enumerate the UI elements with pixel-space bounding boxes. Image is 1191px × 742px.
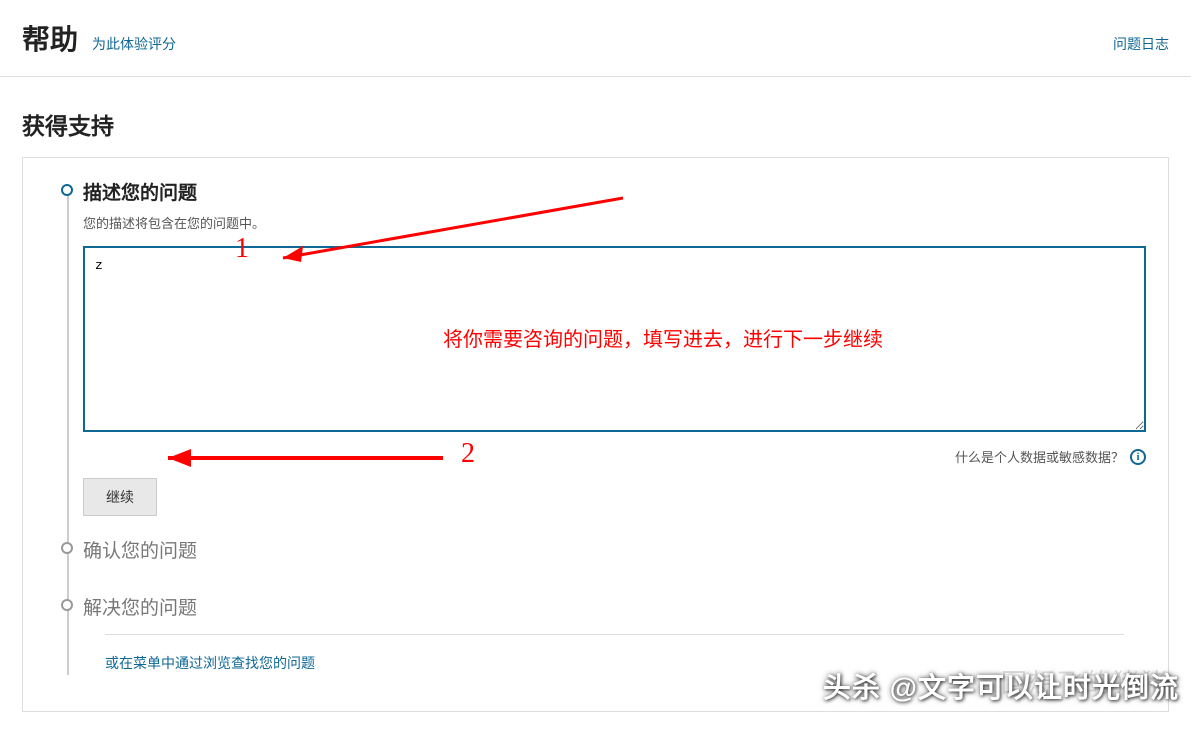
sensitive-data-label: 什么是个人数据或敏感数据？ bbox=[955, 447, 1124, 466]
step-describe-title: 描述您的问题 bbox=[83, 178, 1146, 205]
step-describe: 描述您的问题 您的描述将包含在您的问题中。 什么是个人数据或敏感数据？ i 继续 bbox=[83, 178, 1146, 516]
browse-menu-link[interactable]: 或在菜单中通过浏览查找您的问题 bbox=[105, 655, 315, 671]
sensitive-data-row: 什么是个人数据或敏感数据？ i bbox=[83, 447, 1146, 466]
issue-textarea[interactable] bbox=[83, 246, 1146, 432]
step-dot-active bbox=[61, 184, 73, 196]
continue-button[interactable]: 继续 bbox=[83, 478, 157, 516]
step-dot-inactive bbox=[61, 599, 73, 611]
page-title: 帮助 bbox=[22, 18, 78, 58]
steps-timeline: 描述您的问题 您的描述将包含在您的问题中。 什么是个人数据或敏感数据？ i 继续… bbox=[23, 158, 1168, 711]
step-resolve-title: 解决您的问题 bbox=[83, 593, 1146, 620]
step-confirm-title: 确认您的问题 bbox=[83, 536, 1146, 563]
header-left: 帮助 为此体验评分 bbox=[22, 18, 176, 58]
issue-log-link[interactable]: 问题日志 bbox=[1113, 34, 1169, 54]
section-title: 获得支持 bbox=[0, 77, 1191, 157]
support-card: 描述您的问题 您的描述将包含在您的问题中。 什么是个人数据或敏感数据？ i 继续… bbox=[22, 157, 1169, 712]
page-header: 帮助 为此体验评分 问题日志 bbox=[0, 0, 1191, 77]
step-describe-subtitle: 您的描述将包含在您的问题中。 bbox=[83, 213, 1146, 232]
step-resolve: 解决您的问题 bbox=[83, 593, 1146, 620]
step-dot-inactive bbox=[61, 542, 73, 554]
watermark-main: 头杀 @文字可以让时光倒流 bbox=[823, 666, 1179, 706]
rate-experience-link[interactable]: 为此体验评分 bbox=[92, 34, 176, 54]
info-icon[interactable]: i bbox=[1130, 449, 1146, 465]
step-confirm: 确认您的问题 bbox=[83, 536, 1146, 563]
